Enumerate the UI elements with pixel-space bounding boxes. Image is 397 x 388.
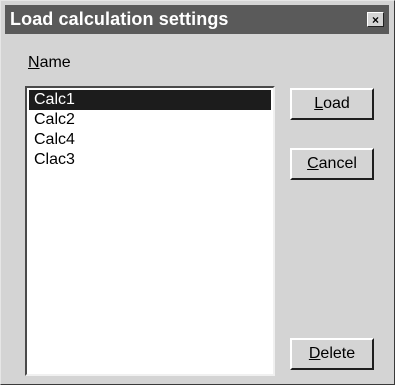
title-bar: Load calculation settings × (5, 5, 389, 34)
list-item[interactable]: Clac3 (29, 150, 271, 170)
list-item[interactable]: Calc1 (29, 90, 271, 110)
list-item[interactable]: Calc2 (29, 110, 271, 130)
load-calculation-settings-dialog: Load calculation settings × Name Calc1 C… (0, 0, 395, 385)
list-item[interactable]: Calc4 (29, 130, 271, 150)
load-button[interactable]: Load (290, 88, 374, 120)
cancel-button[interactable]: Cancel (290, 148, 374, 180)
name-label: Name (28, 54, 71, 71)
close-button[interactable]: × (367, 12, 384, 27)
calculation-list[interactable]: Calc1 Calc2 Calc4 Clac3 (25, 86, 275, 376)
delete-button[interactable]: Delete (290, 338, 374, 370)
close-icon: × (371, 12, 379, 27)
dialog-title: Load calculation settings (10, 9, 229, 29)
